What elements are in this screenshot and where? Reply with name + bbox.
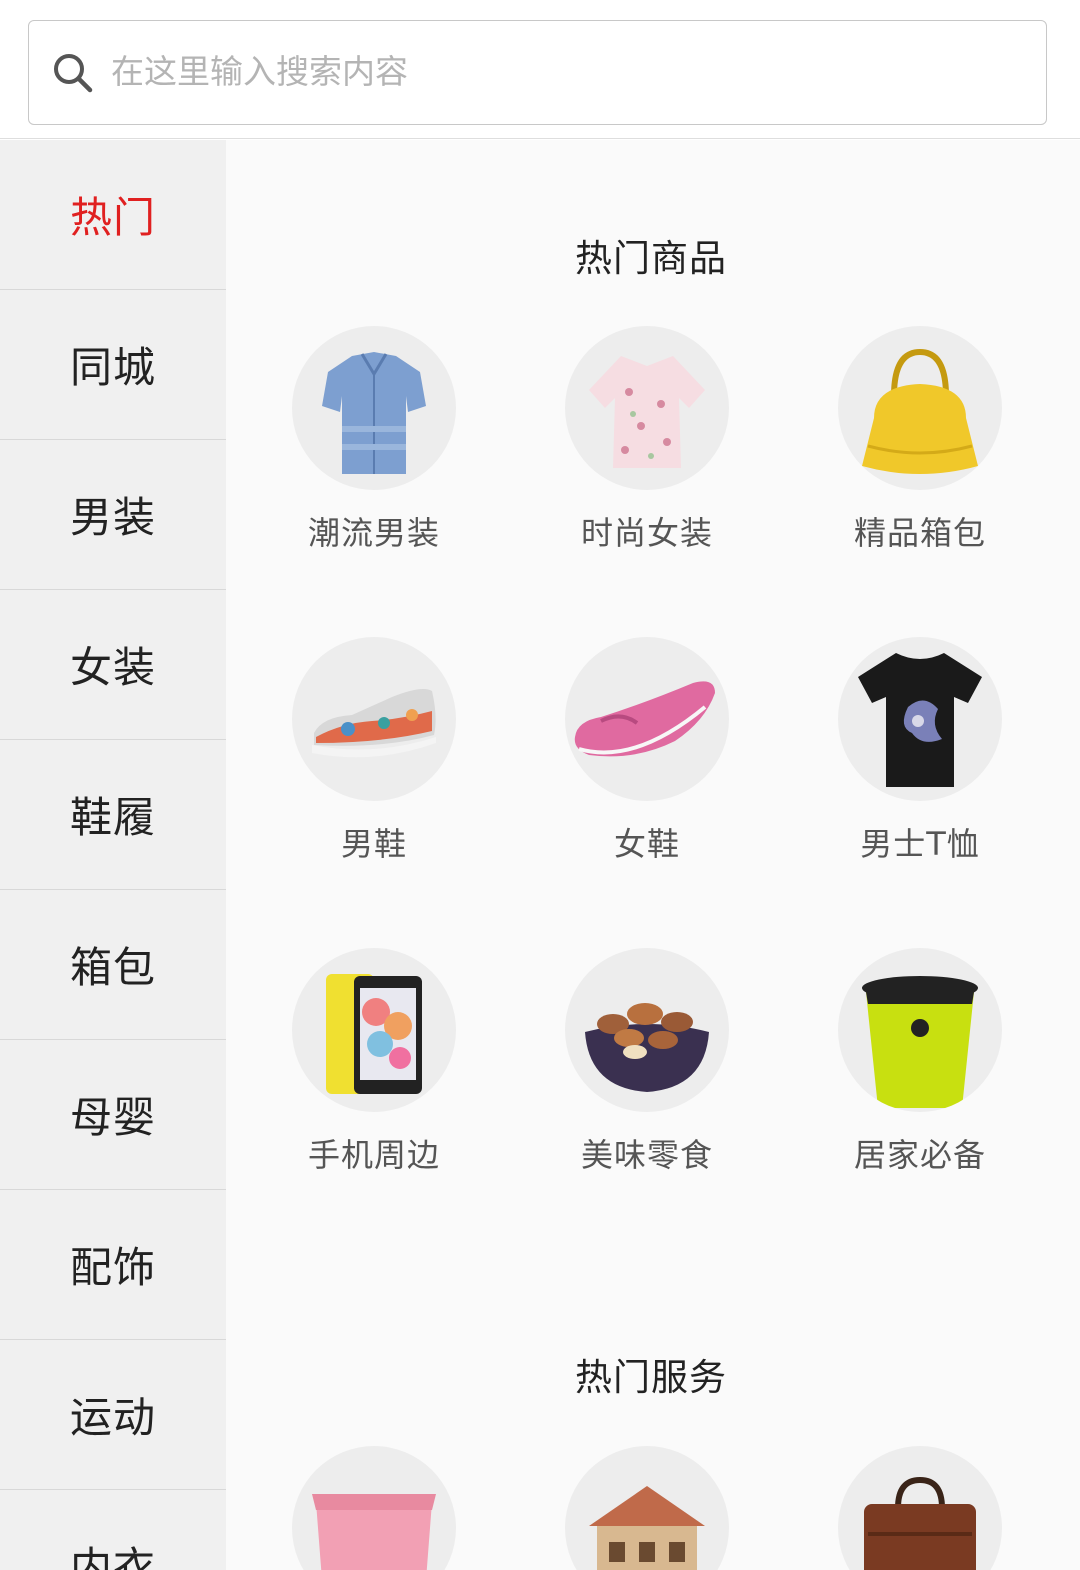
sidebar-item-accessories[interactable]: 配饰 (0, 1190, 226, 1340)
section-title-hot-services: 热门服务 (575, 1356, 727, 1399)
sidebar-item-hot[interactable]: 热门 (0, 140, 226, 290)
grid-item-men-tshirt[interactable]: 男士T恤 (810, 637, 1030, 865)
sidebar-item-baby[interactable]: 母婴 (0, 1040, 226, 1190)
grid-item-label: 男士T恤 (860, 825, 980, 863)
sidebar-item-womenswear[interactable]: 女装 (0, 590, 226, 740)
search-icon (54, 54, 93, 93)
women-blouse-icon (565, 326, 729, 490)
men-shirt-icon (292, 326, 456, 490)
grid-item-label: 男鞋 (340, 825, 407, 863)
sidebar-item-local[interactable]: 同城 (0, 290, 226, 440)
grid-item-label: 女鞋 (613, 825, 680, 863)
sidebar-item-menswear[interactable]: 男装 (0, 440, 226, 590)
briefcase-icon (838, 1446, 1002, 1570)
grid-item-service-storage[interactable] (264, 1446, 484, 1570)
handbag-icon (838, 326, 1002, 490)
sidebar-item-sports[interactable]: 运动 (0, 1340, 226, 1490)
grid-item-snacks[interactable]: 美味零食 (537, 948, 757, 1176)
grid-item-label: 时尚女装 (580, 514, 713, 552)
search-placeholder: 在这里输入搜索内容 (111, 52, 408, 91)
category-sidebar: 热门 同城 男装 女装 鞋履 箱包 母婴 配饰 运动 内衣 (0, 140, 226, 1570)
tshirt-icon (838, 637, 1002, 801)
grid-item-men-shoes[interactable]: 男鞋 (264, 637, 484, 865)
sidebar-item-bags[interactable]: 箱包 (0, 890, 226, 1040)
grid-item-service-briefcase[interactable] (810, 1446, 1030, 1570)
sneaker-icon (292, 637, 456, 801)
search-input[interactable]: 在这里输入搜索内容 (28, 20, 1047, 125)
phone-icon (292, 948, 456, 1112)
grid-item-label: 美味零食 (580, 1136, 713, 1174)
grid-item-men-fashion[interactable]: 潮流男装 (264, 326, 484, 554)
storage-box-icon (292, 1446, 456, 1570)
category-content: 热门商品 潮流男装 时尚女装 精品箱包 男鞋 女鞋 男士T恤 手机周边 美味零食… (226, 140, 1080, 1570)
grid-item-label: 居家必备 (853, 1136, 986, 1174)
grid-item-women-shoes[interactable]: 女鞋 (537, 637, 757, 865)
grid-item-women-fashion[interactable]: 时尚女装 (537, 326, 757, 554)
grid-item-label: 潮流男装 (307, 514, 440, 552)
grid-item-bags[interactable]: 精品箱包 (810, 326, 1030, 554)
house-icon (565, 1446, 729, 1570)
grid-item-label: 精品箱包 (853, 514, 986, 552)
sidebar-item-underwear[interactable]: 内衣 (0, 1490, 226, 1570)
trash-bin-icon (838, 948, 1002, 1112)
grid-item-household[interactable]: 居家必备 (810, 948, 1030, 1176)
header: 在这里输入搜索内容 (0, 0, 1080, 139)
sidebar-item-shoes[interactable]: 鞋履 (0, 740, 226, 890)
nuts-bowl-icon (565, 948, 729, 1112)
section-title-hot-goods: 热门商品 (575, 237, 727, 280)
grid-item-label: 手机周边 (307, 1136, 440, 1174)
loafer-icon (565, 637, 729, 801)
grid-item-service-house[interactable] (537, 1446, 757, 1570)
grid-item-phone-accessories[interactable]: 手机周边 (264, 948, 484, 1176)
